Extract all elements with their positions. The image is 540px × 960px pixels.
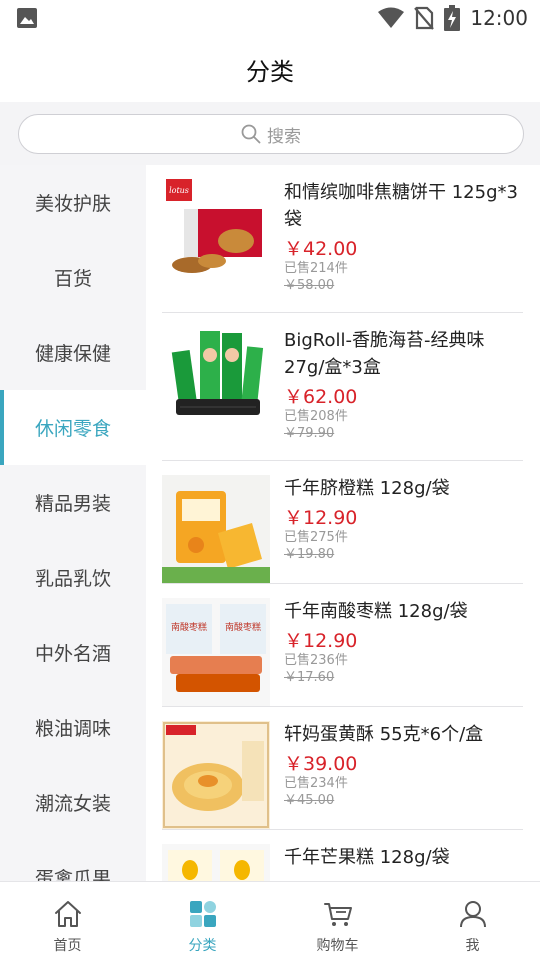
user-icon [459,901,486,928]
category-item-snacks[interactable]: 休闲零食 [0,390,146,465]
tab-home-label: 首页 [53,938,82,954]
product-sold-count: 已售234件 [284,776,348,791]
category-item-dairy[interactable]: 乳品乳饮 [0,540,146,615]
product-card[interactable]: BigRoll-香脆海苔-经典味 27g/盒*3盒 ￥62.00 已售208件 … [162,313,523,461]
page-title: 分类 [246,57,294,86]
product-original-price: ￥79.90 [284,426,335,441]
category-icon [189,901,216,927]
category-item-health[interactable]: 健康保健 [0,315,146,390]
tab-cart[interactable]: 购物车 [270,882,405,960]
product-sold-count: 已售214件 [284,261,348,276]
category-item-general-goods[interactable]: 百货 [0,240,146,315]
category-item-menswear[interactable]: 精品男装 [0,465,146,540]
tab-cart-label: 购物车 [316,938,359,954]
product-sold-count: 已售275件 [284,530,348,545]
wifi-icon [378,7,405,28]
product-card[interactable]: lotus 和情缤咖啡焦糖饼干 125g*3袋 ￥42.00 已售214件 ￥5… [162,165,523,313]
product-original-price: ￥19.80 [284,547,335,562]
search-icon [241,124,261,144]
product-price: ￥42.00 [284,238,358,260]
product-sold-count: 已售208件 [284,409,348,424]
tab-category[interactable]: 分类 [135,882,270,960]
product-name: BigRoll-香脆海苔-经典味 27g/盒*3盒 [284,330,485,378]
search-area: 搜索 [0,102,540,165]
product-price: ￥12.90 [284,507,358,529]
category-item-beauty[interactable]: 美妆护肤 [0,165,146,240]
category-sidebar: 美妆护肤 百货 健康保健 休闲零食 精品男装 乳品乳饮 中外名酒 粮油调味 潮流… [0,165,146,881]
product-image-seaweed[interactable] [162,325,270,433]
category-item-liquor[interactable]: 中外名酒 [0,615,146,690]
no-sim-icon [414,6,435,30]
product-card[interactable]: 南酸枣糕 南酸枣糕 千年南酸枣糕 128g/袋 ￥12.90 已售236件 ￥1… [162,584,523,707]
home-icon [54,901,81,927]
tab-me[interactable]: 我 [405,882,540,960]
category-item-grain-oil[interactable]: 粮油调味 [0,690,146,765]
svg-text:lotus: lotus [169,186,189,195]
product-name: 千年南酸枣糕 128g/袋 [284,601,468,622]
svg-text:南酸枣糕: 南酸枣糕 [225,621,261,633]
search-input[interactable]: 搜索 [18,114,524,154]
product-image-jujube-cake[interactable]: 南酸枣糕 南酸枣糕 [162,598,270,706]
product-name: 千年芒果糕 128g/袋 [284,847,450,868]
cart-icon [323,903,352,926]
search-placeholder: 搜索 [267,126,301,147]
category-item-eggs-fruits[interactable]: 蛋禽瓜果 [0,840,146,881]
product-original-price: ￥17.60 [284,670,335,685]
product-card[interactable]: 轩妈蛋黄酥 55克*6个/盒 ￥39.00 已售234件 ￥45.00 [162,707,523,830]
category-item-womenswear[interactable]: 潮流女装 [0,765,146,840]
battery-charging-icon [444,5,461,31]
product-image-egg-yolk-pastry[interactable] [162,721,270,829]
product-price: ￥62.00 [284,386,358,408]
image-notification-icon [17,8,37,28]
product-image-orange-cake[interactable] [162,475,270,583]
product-card[interactable]: 千年脐橙糕 128g/袋 ￥12.90 已售275件 ￥19.80 [162,461,523,584]
product-image-mango-cake[interactable] [162,844,270,881]
product-original-price: ￥45.00 [284,793,335,808]
product-name: 千年脐橙糕 128g/袋 [284,478,450,499]
product-name: 和情缤咖啡焦糖饼干 125g*3袋 [284,182,518,230]
product-price: ￥12.90 [284,630,358,652]
product-list: lotus 和情缤咖啡焦糖饼干 125g*3袋 ￥42.00 已售214件 ￥5… [146,165,540,881]
tab-me-label: 我 [465,938,480,954]
tab-category-label: 分类 [188,938,217,954]
clock: 12:00 [470,6,528,30]
status-bar: 12:00 [0,0,540,36]
product-original-price: ￥58.00 [284,278,335,293]
product-sold-count: 已售236件 [284,653,348,668]
product-card[interactable]: 千年芒果糕 128g/袋 [162,830,523,881]
bottom-tab-bar: 首页 分类 购物车 我 [0,881,540,960]
product-price: ￥39.00 [284,753,358,775]
product-image-biscuits[interactable]: lotus [162,177,270,285]
svg-text:南酸枣糕: 南酸枣糕 [171,621,207,633]
title-bar: 分类 [0,36,540,102]
product-name: 轩妈蛋黄酥 55克*6个/盒 [284,724,484,745]
tab-home[interactable]: 首页 [0,882,135,960]
